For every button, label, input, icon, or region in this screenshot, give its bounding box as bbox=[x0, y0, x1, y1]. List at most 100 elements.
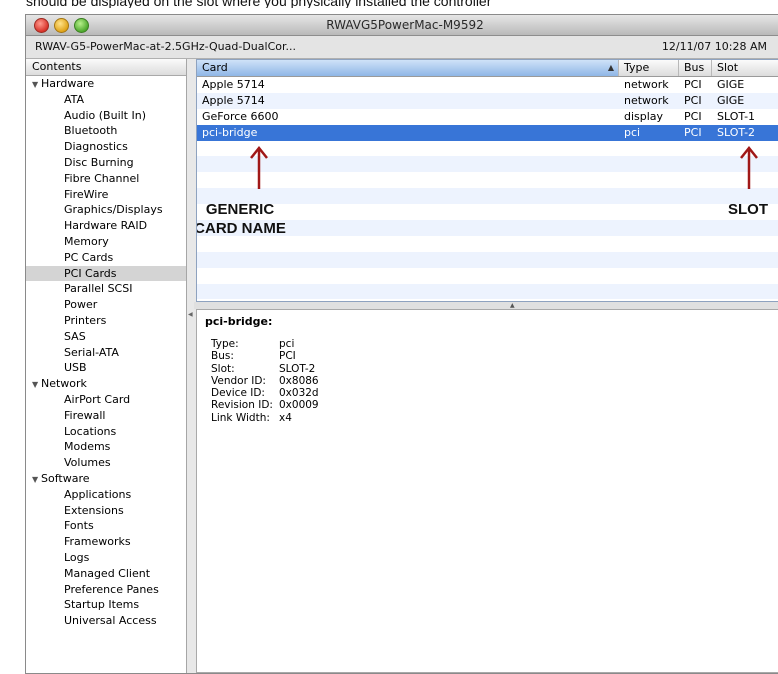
cell-slot: SLOT-1 bbox=[717, 109, 756, 123]
sidebar-item[interactable]: Modems bbox=[26, 439, 186, 455]
sidebar-item[interactable]: Disc Burning bbox=[26, 155, 186, 171]
disclosure-triangle-icon[interactable]: ▼ bbox=[32, 77, 41, 93]
property-row: Link Width: x4 bbox=[205, 412, 778, 424]
property-label: Revision ID: bbox=[211, 399, 273, 412]
cell-card: Apple 5714 bbox=[202, 78, 265, 91]
property-value: SLOT-2 bbox=[279, 362, 316, 375]
cell-card: pci-bridge bbox=[202, 125, 258, 139]
cell-slot: GIGE bbox=[717, 93, 745, 107]
contents-sidebar: Contents ▼ Hardware ATA Audio (Built In) Blu… bbox=[26, 59, 187, 673]
disclosure-triangle-icon[interactable]: ▼ bbox=[32, 472, 41, 488]
cell-card: GeForce 6600 bbox=[202, 109, 279, 123]
sidebar-item[interactable]: Bluetooth bbox=[26, 123, 186, 139]
sidebar-item[interactable]: Serial-ATA bbox=[26, 345, 186, 361]
empty-table-row bbox=[197, 283, 778, 300]
top-caption: should be displayed on the slot where yo… bbox=[26, 0, 492, 8]
sidebar-item[interactable]: Locations bbox=[26, 424, 186, 440]
cell-type: network bbox=[624, 93, 669, 107]
cell-bus: PCI bbox=[684, 125, 702, 139]
table-row[interactable]: Apple 5714 network PCI GIGE bbox=[197, 92, 778, 109]
sidebar-item[interactable]: FireWire bbox=[26, 187, 186, 203]
column-header-bus[interactable]: Bus bbox=[679, 60, 712, 76]
right-pane: Card ▲ Type Bus Slot Apple 5714 network PC… bbox=[194, 59, 778, 673]
sidebar-item[interactable]: Managed Client bbox=[26, 566, 186, 582]
detail-pane: pci-bridge: Type: pci Bus: PCI Slot: SLOT-2 Ve… bbox=[196, 309, 778, 673]
sidebar-item[interactable]: Frameworks bbox=[26, 534, 186, 550]
sidebar-item[interactable]: Printers bbox=[26, 313, 186, 329]
sidebar-item[interactable]: Firewall bbox=[26, 408, 186, 424]
sidebar-group-network[interactable]: ▼ Network bbox=[26, 376, 186, 392]
property-label: Slot: bbox=[211, 362, 235, 375]
window-title: RWAVG5PowerMac-M9592 bbox=[326, 18, 484, 32]
sidebar-item[interactable]: AirPort Card bbox=[26, 392, 186, 408]
column-header-card[interactable]: Card ▲ bbox=[197, 60, 619, 76]
sidebar-item[interactable]: Power bbox=[26, 297, 186, 313]
sidebar-item[interactable]: PC Cards bbox=[26, 250, 186, 266]
splitter-handle-icon: ▲ bbox=[510, 302, 515, 309]
sidebar-item[interactable]: Startup Items bbox=[26, 597, 186, 613]
sidebar-item[interactable]: Logs bbox=[26, 550, 186, 566]
title-bar[interactable]: RWAVG5PowerMac-M9592 bbox=[26, 15, 778, 36]
property-label: Type: bbox=[211, 338, 239, 350]
disclosure-triangle-icon[interactable]: ▼ bbox=[32, 377, 41, 393]
sidebar-item[interactable]: Volumes bbox=[26, 455, 186, 471]
sidebar-item[interactable]: Diagnostics bbox=[26, 139, 186, 155]
sidebar-item[interactable]: Graphics/Displays bbox=[26, 202, 186, 218]
table-row[interactable]: pci-bridge pci PCI SLOT-2 bbox=[197, 124, 778, 141]
sidebar-header: Contents bbox=[26, 59, 186, 76]
sidebar-group-software[interactable]: ▼ Software bbox=[26, 471, 186, 487]
sidebar-resize-handle-icon[interactable]: ◀ bbox=[188, 311, 193, 318]
sidebar-group-label: Software bbox=[41, 471, 90, 485]
pane-splitter[interactable]: ▲ bbox=[194, 302, 778, 309]
empty-table-row bbox=[197, 156, 778, 173]
annotation-line: GENERIC bbox=[205, 201, 275, 218]
system-profiler-window: RWAVG5PowerMac-M9592 RWAV-G5-PowerMac-at… bbox=[25, 14, 778, 674]
sidebar-group-hardware[interactable]: ▼ Hardware bbox=[26, 76, 186, 92]
sidebar-item[interactable]: Parallel SCSI bbox=[26, 281, 186, 297]
property-label: Bus: bbox=[211, 350, 234, 363]
cell-type: network bbox=[624, 78, 669, 91]
property-label: Vendor ID: bbox=[211, 374, 266, 387]
sidebar-item[interactable]: Hardware RAID bbox=[26, 218, 186, 234]
sidebar-item[interactable]: Applications bbox=[26, 487, 186, 503]
sidebar-item[interactable]: Memory bbox=[26, 234, 186, 250]
property-value: x4 bbox=[279, 411, 292, 424]
sidebar-item[interactable]: Universal Access bbox=[26, 613, 186, 629]
timestamp: 12/11/07 10:28 AM bbox=[661, 40, 767, 53]
property-label: Device ID: bbox=[211, 387, 265, 400]
slot-annotation: SLOT bbox=[728, 201, 768, 218]
sidebar-item[interactable]: SAS bbox=[26, 329, 186, 345]
table-row[interactable]: GeForce 6600 display PCI SLOT-1 bbox=[197, 109, 778, 125]
column-header-slot[interactable]: Slot bbox=[712, 60, 778, 76]
property-label: Link Width: bbox=[211, 411, 270, 424]
sidebar-group-label: Network bbox=[41, 377, 87, 391]
table-header: Card ▲ Type Bus Slot bbox=[197, 60, 778, 77]
sidebar-item[interactable]: ATA bbox=[26, 92, 186, 108]
property-row: Slot: SLOT-2 bbox=[205, 363, 778, 375]
cell-type: pci bbox=[624, 125, 641, 139]
property-row: Revision ID: 0x0009 bbox=[205, 399, 778, 411]
cell-bus: PCI bbox=[684, 93, 702, 107]
column-header-type[interactable]: Type bbox=[619, 60, 679, 76]
sidebar-item[interactable]: PCI Cards bbox=[26, 265, 186, 282]
table-body: Apple 5714 network PCI GIGE Apple 5714 networ… bbox=[197, 77, 778, 300]
sort-ascending-icon: ▲ bbox=[607, 63, 614, 72]
empty-table-row bbox=[197, 251, 778, 268]
cell-bus: PCI bbox=[684, 109, 702, 123]
arrow-icon bbox=[250, 145, 268, 189]
pci-cards-table: Card ▲ Type Bus Slot Apple 5714 network PC… bbox=[196, 59, 778, 302]
property-row: Vendor ID: 0x8086 bbox=[205, 375, 778, 387]
sidebar-item[interactable]: Fonts bbox=[26, 518, 186, 534]
cell-type: display bbox=[624, 109, 664, 123]
table-row[interactable]: Apple 5714 network PCI GIGE bbox=[197, 77, 778, 93]
sidebar-item[interactable]: Preference Panes bbox=[26, 582, 186, 598]
cell-card: Apple 5714 bbox=[202, 93, 265, 107]
cell-slot: SLOT-2 bbox=[717, 125, 756, 139]
sidebar-item[interactable]: Extensions bbox=[26, 503, 186, 519]
sidebar-item[interactable]: Fibre Channel bbox=[26, 171, 186, 187]
contents-tree: ▼ Hardware ATA Audio (Built In) Bluetooth Dia… bbox=[26, 76, 186, 629]
sidebar-item[interactable]: Audio (Built In) bbox=[26, 108, 186, 124]
property-value: 0x0009 bbox=[279, 399, 319, 412]
sidebar-item[interactable]: USB bbox=[26, 360, 186, 376]
generic-card-name-annotation: GENERIC CARD NAME bbox=[197, 200, 292, 238]
